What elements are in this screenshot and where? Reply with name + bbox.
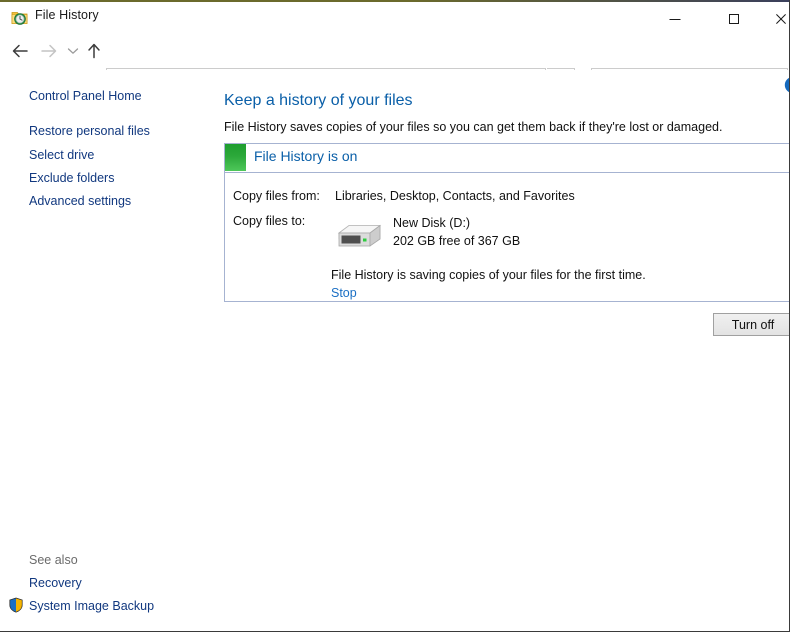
backup-progress-text: File History is saving copies of your fi… bbox=[331, 268, 646, 282]
up-button[interactable] bbox=[80, 36, 108, 66]
forward-button[interactable] bbox=[35, 36, 63, 66]
status-title: File History is on bbox=[254, 148, 358, 164]
minimize-button[interactable] bbox=[652, 4, 698, 34]
maximize-button[interactable] bbox=[711, 4, 757, 34]
maximize-icon bbox=[729, 14, 739, 24]
help-button[interactable]: ? bbox=[784, 76, 790, 94]
turn-off-button[interactable]: Turn off bbox=[713, 313, 789, 336]
file-history-status-panel: File History is on Copy files from: Libr… bbox=[224, 143, 789, 302]
close-button[interactable] bbox=[758, 4, 789, 34]
see-also-link-recovery[interactable]: Recovery bbox=[29, 576, 82, 590]
task-link-select-drive[interactable]: Select drive bbox=[29, 148, 94, 162]
copy-from-value: Libraries, Desktop, Contacts, and Favori… bbox=[335, 189, 575, 203]
task-link-exclude-folders[interactable]: Exclude folders bbox=[29, 171, 114, 185]
main-column: ? Keep a history of your files File Hist… bbox=[218, 70, 789, 631]
file-history-icon bbox=[11, 9, 28, 26]
window-title: File History bbox=[35, 8, 99, 22]
status-indicator-swatch bbox=[225, 144, 246, 171]
target-drive-space: 202 GB free of 367 GB bbox=[393, 234, 521, 248]
back-button[interactable] bbox=[6, 36, 34, 66]
copy-from-label: Copy files from: bbox=[233, 189, 320, 203]
file-history-window: File History Search Control Panel Contro… bbox=[0, 0, 790, 632]
minimize-icon bbox=[669, 19, 681, 20]
uac-shield-icon bbox=[8, 597, 24, 613]
task-pane: Control Panel Home Restore personal file… bbox=[0, 70, 218, 631]
navigation-bar: › Control Panel › All Control Panel Item… bbox=[0, 32, 789, 96]
title-bar: File History bbox=[0, 2, 789, 34]
external-hard-drive-icon bbox=[333, 216, 385, 256]
task-link-restore-personal-files[interactable]: Restore personal files bbox=[29, 124, 150, 138]
see-also-link-system-image-backup[interactable]: System Image Backup bbox=[29, 599, 154, 613]
chevron-down-icon bbox=[67, 48, 79, 54]
task-link-control-panel-home[interactable]: Control Panel Home bbox=[29, 89, 142, 103]
status-panel-header: File History is on bbox=[225, 144, 789, 173]
close-icon bbox=[775, 13, 788, 26]
target-drive-name: New Disk (D:) bbox=[393, 216, 471, 230]
forward-arrow-icon bbox=[41, 44, 57, 58]
page-title: Keep a history of your files bbox=[224, 92, 413, 109]
stop-link[interactable]: Stop bbox=[331, 286, 357, 300]
content-area: Control Panel Home Restore personal file… bbox=[0, 70, 789, 631]
help-icon: ? bbox=[784, 77, 790, 93]
svg-text:?: ? bbox=[789, 80, 790, 92]
up-arrow-icon bbox=[88, 43, 100, 59]
task-link-advanced-settings[interactable]: Advanced settings bbox=[29, 194, 131, 208]
page-description: File History saves copies of your files … bbox=[224, 120, 723, 134]
see-also-label: See also bbox=[29, 553, 78, 567]
copy-to-label: Copy files to: bbox=[233, 214, 306, 228]
back-arrow-icon bbox=[12, 44, 28, 58]
